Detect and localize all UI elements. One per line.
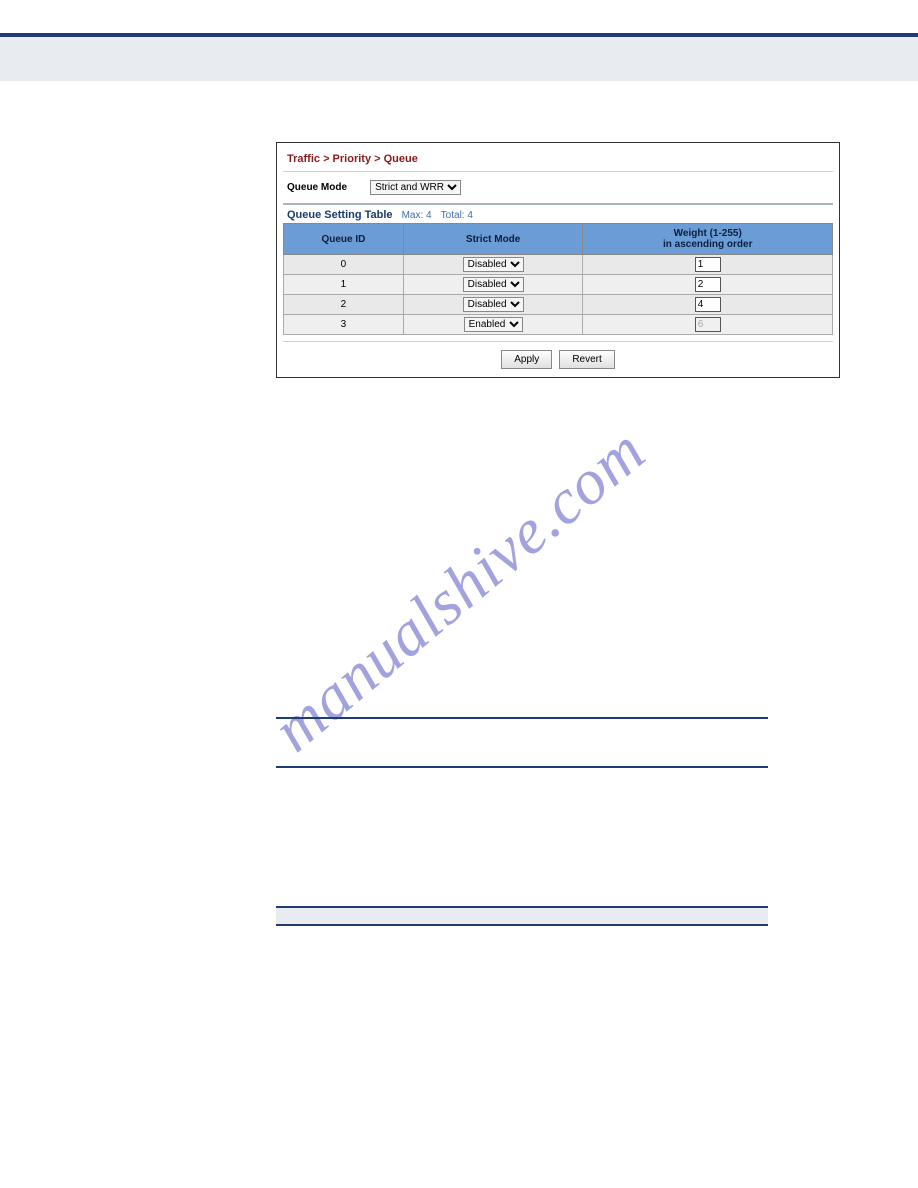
button-row: Apply Revert — [283, 341, 833, 371]
top-band — [0, 37, 918, 81]
cell-queue-id: 0 — [284, 255, 404, 275]
weight-input[interactable] — [695, 277, 721, 292]
cell-weight — [583, 315, 833, 335]
strict-mode-select[interactable]: Disabled — [463, 297, 524, 312]
table-row: 1 Disabled — [284, 275, 833, 295]
col-queue-id: Queue ID — [284, 224, 404, 255]
strict-mode-select[interactable]: Disabled — [463, 257, 524, 272]
cell-strict-mode: Disabled — [403, 295, 583, 315]
cell-queue-id: 1 — [284, 275, 404, 295]
strict-mode-select[interactable]: Disabled — [463, 277, 524, 292]
cell-queue-id: 3 — [284, 315, 404, 335]
mid-rule-1 — [276, 717, 768, 719]
col-weight-text: Weight (1-255) in ascending order — [663, 228, 752, 250]
table-name: Queue Setting Table — [287, 209, 393, 221]
cell-weight — [583, 275, 833, 295]
table-row: 3 Enabled — [284, 315, 833, 335]
strict-mode-select[interactable]: Enabled — [464, 317, 523, 332]
table-total: Total: 4 — [441, 210, 473, 221]
cell-strict-mode: Disabled — [403, 255, 583, 275]
col-weight: Weight (1-255) in ascending order — [583, 224, 833, 255]
queue-mode-label: Queue Mode — [287, 182, 367, 193]
mid-rule-2 — [276, 766, 768, 768]
queue-mode-row: Queue Mode Strict and WRR — [283, 172, 833, 199]
cell-strict-mode: Disabled — [403, 275, 583, 295]
config-panel: Traffic > Priority > Queue Queue Mode St… — [276, 142, 840, 378]
cell-queue-id: 2 — [284, 295, 404, 315]
table-caption: Queue Setting Table Max: 4 Total: 4 — [283, 203, 833, 223]
col-strict-mode: Strict Mode — [403, 224, 583, 255]
table-max: Max: 4 — [402, 210, 432, 221]
weight-input[interactable] — [695, 257, 721, 272]
mid-band — [276, 906, 768, 926]
table-row: 2 Disabled — [284, 295, 833, 315]
revert-button[interactable]: Revert — [559, 350, 614, 369]
apply-button[interactable]: Apply — [501, 350, 552, 369]
breadcrumb: Traffic > Priority > Queue — [283, 149, 833, 172]
watermark: manualshive.com — [259, 413, 660, 766]
table-row: 0 Disabled — [284, 255, 833, 275]
cell-weight — [583, 255, 833, 275]
weight-input — [695, 317, 721, 332]
weight-input[interactable] — [695, 297, 721, 312]
queue-mode-select[interactable]: Strict and WRR — [370, 180, 461, 195]
queue-table: Queue ID Strict Mode Weight (1-255) in a… — [283, 223, 833, 335]
cell-strict-mode: Enabled — [403, 315, 583, 335]
cell-weight — [583, 295, 833, 315]
